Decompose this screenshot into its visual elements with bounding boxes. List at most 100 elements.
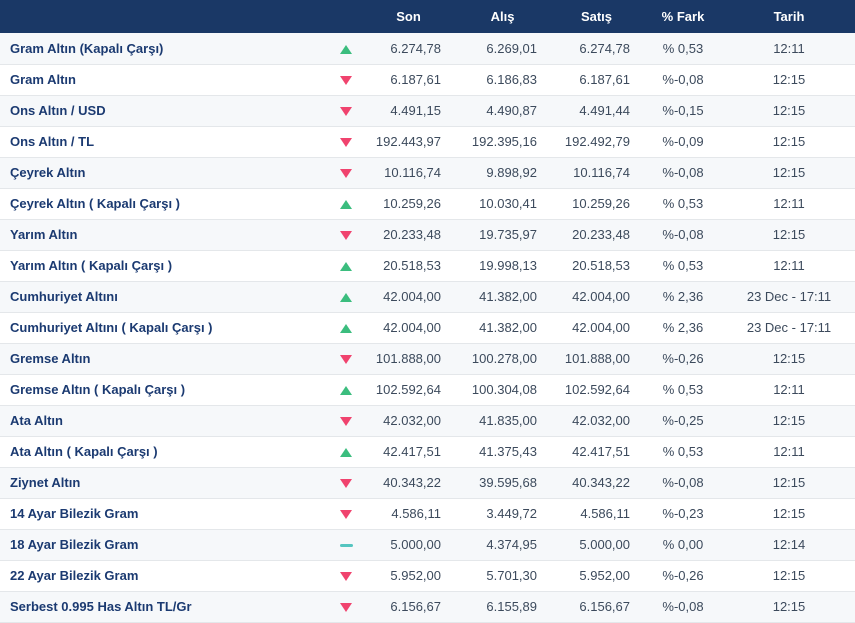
trend-cell — [330, 374, 362, 405]
satis-value: 42.417,51 — [572, 444, 630, 459]
son-value: 192.443,97 — [375, 134, 441, 149]
tarih-value: 12:11 — [773, 258, 805, 273]
instrument-name-link[interactable]: Çeyrek Altın ( Kapalı Çarşı ) — [0, 188, 330, 219]
satis-value: 6.156,67 — [579, 599, 630, 614]
son-value: 10.259,26 — [383, 196, 441, 211]
trend-cell — [330, 560, 362, 591]
fark-value: % 0,53 — [662, 40, 704, 56]
trend-cell — [330, 591, 362, 622]
instrument-name-link[interactable]: Serbest 0.995 Has Altın TL/Gr — [0, 591, 330, 622]
son-value: 102.592,64 — [375, 382, 441, 397]
table-row: Cumhuriyet Altını 42.004,00 41.382,00 42… — [0, 281, 855, 312]
instrument-name-link[interactable]: Cumhuriyet Altını ( Kapalı Çarşı ) — [0, 312, 330, 343]
tarih-value: 12:15 — [772, 351, 806, 366]
trend-cell — [330, 250, 362, 281]
satis-value: 101.888,00 — [564, 351, 630, 366]
tarih-value: 12:11 — [773, 444, 805, 459]
trend-cell — [330, 33, 362, 64]
instrument-name-link[interactable]: Gremse Altın ( Kapalı Çarşı ) — [0, 374, 330, 405]
son-value: 5.952,00 — [390, 568, 441, 583]
table-body: Gram Altın (Kapalı Çarşı) 6.274,78 6.269… — [0, 33, 855, 622]
fark-value: % 0,00 — [662, 537, 704, 552]
alis-value: 6.155,89 — [486, 599, 537, 614]
tarih-value: 23 Dec - 17:11 — [746, 289, 832, 304]
trend-down-icon — [340, 479, 352, 489]
instrument-name-link[interactable]: Ata Altın ( Kapalı Çarşı ) — [0, 436, 330, 467]
table-row: Ons Altın / TL 192.443,97 192.395,16 192… — [0, 126, 855, 157]
table-row: 22 Ayar Bilezik Gram 5.952,00 5.701,30 5… — [0, 560, 855, 591]
tarih-value: 12:15 — [772, 103, 806, 118]
table-row: Çeyrek Altın ( Kapalı Çarşı ) 10.259,26 … — [0, 188, 855, 219]
trend-cell — [330, 126, 362, 157]
instrument-name-link[interactable]: Gram Altın — [0, 64, 330, 95]
instrument-name-link[interactable]: Ons Altın / USD — [0, 95, 330, 126]
instrument-name-link[interactable]: Çeyrek Altın — [0, 157, 330, 188]
instrument-name-link[interactable]: Gram Altın (Kapalı Çarşı) — [0, 33, 330, 64]
satis-value: 102.592,64 — [564, 382, 630, 397]
trend-down-icon — [340, 355, 352, 365]
trend-cell — [330, 436, 362, 467]
satis-value: 4.586,11 — [580, 506, 630, 521]
trend-up-icon — [340, 262, 352, 272]
fark-value: %-0,08 — [662, 599, 704, 614]
table-row: Ons Altın / USD 4.491,15 4.490,87 4.491,… — [0, 95, 855, 126]
alis-value: 4.374,95 — [486, 537, 537, 552]
header-tarih: Tarih — [723, 0, 855, 33]
instrument-name-link[interactable]: 14 Ayar Bilezik Gram — [0, 498, 330, 529]
son-value: 40.343,22 — [383, 475, 441, 490]
header-fark: % Fark — [643, 0, 723, 33]
fark-value: % 0,53 — [662, 196, 704, 211]
table-row: Gremse Altın 101.888,00 100.278,00 101.8… — [0, 343, 855, 374]
satis-value: 42.004,00 — [572, 320, 630, 335]
instrument-name-link[interactable]: 22 Ayar Bilezik Gram — [0, 560, 330, 591]
trend-cell — [330, 281, 362, 312]
tarih-value: 12:15 — [772, 134, 806, 149]
alis-value: 41.382,00 — [479, 320, 537, 335]
instrument-name-link[interactable]: 18 Ayar Bilezik Gram — [0, 529, 330, 560]
alis-value: 6.186,83 — [486, 72, 537, 87]
table-row: 18 Ayar Bilezik Gram 5.000,00 4.374,95 5… — [0, 529, 855, 560]
instrument-name-link[interactable]: Ata Altın — [0, 405, 330, 436]
son-value: 42.417,51 — [383, 444, 441, 459]
satis-value: 40.343,22 — [572, 475, 630, 490]
satis-value: 5.000,00 — [579, 537, 630, 552]
instrument-name-link[interactable]: Ons Altın / TL — [0, 126, 330, 157]
table-row: Ata Altın ( Kapalı Çarşı ) 42.417,51 41.… — [0, 436, 855, 467]
son-value: 4.491,15 — [390, 103, 441, 118]
son-value: 42.004,00 — [383, 289, 441, 304]
alis-value: 19.998,13 — [479, 258, 537, 273]
fark-value: %-0,26 — [662, 351, 704, 366]
instrument-name-link[interactable]: Cumhuriyet Altını — [0, 281, 330, 312]
son-value: 20.233,48 — [383, 227, 441, 242]
son-value: 6.156,67 — [390, 599, 441, 614]
satis-value: 20.233,48 — [572, 227, 630, 242]
tarih-value: 12:15 — [772, 227, 806, 242]
instrument-name-link[interactable]: Gremse Altın — [0, 343, 330, 374]
trend-up-icon — [340, 293, 352, 303]
satis-value: 20.518,53 — [572, 258, 630, 273]
alis-value: 6.269,01 — [486, 40, 537, 56]
alis-value: 9.898,92 — [486, 165, 537, 180]
table-row: Serbest 0.995 Has Altın TL/Gr 6.156,67 6… — [0, 591, 855, 622]
fark-value: %-0,25 — [662, 413, 704, 428]
son-value: 5.000,00 — [390, 537, 441, 552]
fark-value: %-0,08 — [662, 72, 704, 87]
trend-down-icon — [340, 417, 352, 427]
alis-value: 100.278,00 — [471, 351, 537, 366]
son-value: 20.518,53 — [383, 258, 441, 273]
alis-value: 4.490,87 — [486, 103, 537, 118]
trend-up-icon — [340, 448, 352, 458]
alis-value: 192.395,16 — [471, 134, 537, 149]
table-row: Yarım Altın ( Kapalı Çarşı ) 20.518,53 1… — [0, 250, 855, 281]
fark-value: %-0,26 — [662, 568, 704, 583]
satis-value: 192.492,79 — [564, 134, 630, 149]
tarih-value: 12:11 — [773, 382, 805, 397]
fark-value: %-0,23 — [662, 506, 704, 521]
trend-up-icon — [340, 386, 352, 396]
satis-value: 10.259,26 — [572, 196, 630, 211]
instrument-name-link[interactable]: Yarım Altın — [0, 219, 330, 250]
trend-down-icon — [340, 510, 352, 520]
instrument-name-link[interactable]: Ziynet Altın — [0, 467, 330, 498]
instrument-name-link[interactable]: Yarım Altın ( Kapalı Çarşı ) — [0, 250, 330, 281]
trend-up-icon — [340, 324, 352, 334]
